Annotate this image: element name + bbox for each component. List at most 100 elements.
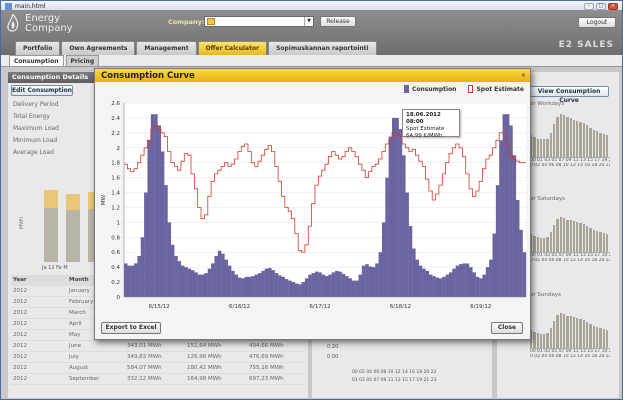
tab-management[interactable]: Management <box>136 41 197 55</box>
consumption-bar <box>351 280 356 297</box>
tab-own-agreements[interactable]: Own Agreements <box>61 41 136 55</box>
release-button[interactable]: Release <box>320 16 356 27</box>
mini-bar <box>595 327 599 348</box>
chevron-down-icon[interactable]: ▼ <box>304 17 313 26</box>
tab-reporting[interactable]: Sopimuskannan raportointi <box>268 41 377 55</box>
window-icon <box>5 2 12 10</box>
legend-spot-estimate[interactable]: Spot Estimate <box>468 85 524 93</box>
mini-bar <box>553 225 556 252</box>
tab-offer-calculator[interactable]: Offer Calculator <box>197 41 268 55</box>
mini-bar <box>579 223 582 252</box>
tab-portfolio[interactable]: Portfolio <box>15 41 61 55</box>
tooltip-datetime: 18.06.2012 08:00 <box>406 112 441 125</box>
table-row[interactable]: 2012 June 343,01 MWh 151,64 MWh 494,66 MWh <box>11 341 306 352</box>
legend-consumption[interactable]: Consumption <box>403 85 456 93</box>
consumption-bar <box>482 274 486 297</box>
y-tick-label: 0.6 <box>111 250 120 256</box>
consumption-bar <box>452 268 456 297</box>
consumption-bar <box>388 136 393 297</box>
consumption-bar <box>207 268 212 297</box>
view-consumption-curve-button[interactable]: View Consumption Curve <box>529 86 609 104</box>
x-tick-label: 6/15/12 <box>149 304 170 310</box>
company-select[interactable]: ▼ <box>204 16 314 27</box>
close-window-button[interactable]: × <box>608 2 618 10</box>
consumption-bar <box>244 276 249 297</box>
bar <box>66 194 80 262</box>
export-to-excel-button[interactable]: Export to Excel <box>101 322 161 334</box>
mini-caption: er Sundays <box>530 292 561 298</box>
field-average-load: Average Load <box>13 149 54 156</box>
consumption-curve-chart[interactable]: 0 0.2 0.4 0.6 0.8 1 1.2 1.4 1.6 1.8 2 2.2 2.4 2.6 MW 6/… <box>99 97 528 315</box>
y-tick-label: 2.4 <box>111 116 120 122</box>
mini-bar <box>566 219 569 252</box>
consumption-bar <box>348 278 352 297</box>
table-cell: 180,42 MWh <box>187 365 222 371</box>
consumption-bar <box>274 273 279 297</box>
mini-bar <box>562 313 566 348</box>
consumption-bar <box>221 253 225 297</box>
consumption-bar <box>174 255 178 297</box>
consumption-bar <box>261 270 265 297</box>
mini-bar <box>543 333 546 348</box>
consumption-bar <box>459 264 463 297</box>
consumption-bar <box>231 270 235 297</box>
table-cell: 2012 <box>13 310 27 316</box>
dialog-title: Consumption Curve <box>101 70 195 81</box>
mini-bar <box>599 132 602 157</box>
consumption-bar <box>268 267 272 297</box>
consumption-bar <box>485 267 490 297</box>
mini-bar <box>586 125 589 157</box>
legend-swatch <box>403 85 409 93</box>
mini-bar <box>592 129 595 157</box>
bar-y-label: MWh <box>19 216 26 230</box>
table-row[interactable]: 2012 July 349,83 MWh 126,98 MWh 476,69 MWh <box>11 352 306 363</box>
main-nav: Portfolio Own Agreements Management Offe… <box>15 41 377 55</box>
consumption-bar <box>428 274 433 297</box>
close-button[interactable]: Close <box>491 322 523 334</box>
consumption-bar <box>301 282 306 297</box>
company-label: Company: <box>168 18 205 26</box>
mini-bar <box>595 231 599 252</box>
table-row[interactable]: 2012 September 332,12 MWh 164,98 MWh 697,23 … <box>11 374 306 385</box>
consumption-bar <box>211 263 215 297</box>
logout-button[interactable]: Logout <box>578 17 616 28</box>
mini-bar <box>533 137 536 157</box>
mini-bar <box>536 236 539 252</box>
table-cell: 2012 <box>13 365 27 371</box>
mini-bar <box>559 312 562 348</box>
consumption-bar <box>191 270 195 297</box>
mini-bar <box>582 223 586 252</box>
table-cell: 2012 <box>13 288 27 294</box>
consumption-bar <box>124 263 128 297</box>
mini-caption: er Workdays <box>530 101 565 107</box>
consumption-bar <box>472 272 476 297</box>
consumption-bar <box>465 263 470 297</box>
table-cell: 164,98 MWh <box>187 376 222 382</box>
table-cell: Year <box>13 277 27 283</box>
mini-bar <box>556 116 559 157</box>
consumption-bar <box>422 268 426 297</box>
close-icon[interactable]: × <box>519 71 528 80</box>
consumption-bar <box>415 259 419 297</box>
logo-text: Energy Company <box>25 14 73 34</box>
table-row[interactable]: 2012 August 584,07 MWh 180,42 MWh 755,16 MWh <box>11 363 306 374</box>
subtab-pricing[interactable]: Pricing <box>65 55 100 66</box>
consumption-bar <box>311 273 316 297</box>
consumption-bar <box>381 222 386 297</box>
consumption-bar <box>164 185 168 297</box>
minimize-button[interactable]: – <box>584 2 594 10</box>
consumption-bar <box>150 114 155 297</box>
maximize-button[interactable]: □ <box>596 2 606 10</box>
mini-bar <box>599 328 602 348</box>
table-cell: 332,12 MWh <box>127 376 162 382</box>
consumption-bar <box>405 192 409 297</box>
consumption-bar <box>180 265 185 297</box>
mini-bar <box>546 236 549 252</box>
subtab-consumption[interactable]: Consumption <box>9 55 64 66</box>
tooltip-series: Spot Estimate <box>406 126 445 132</box>
consumption-bar <box>291 282 295 297</box>
edit-consumption-button[interactable]: Edit Consumption <box>11 85 73 96</box>
consumption-bar <box>318 272 322 297</box>
consumption-bar <box>438 278 443 297</box>
consumption-bar <box>281 276 285 297</box>
